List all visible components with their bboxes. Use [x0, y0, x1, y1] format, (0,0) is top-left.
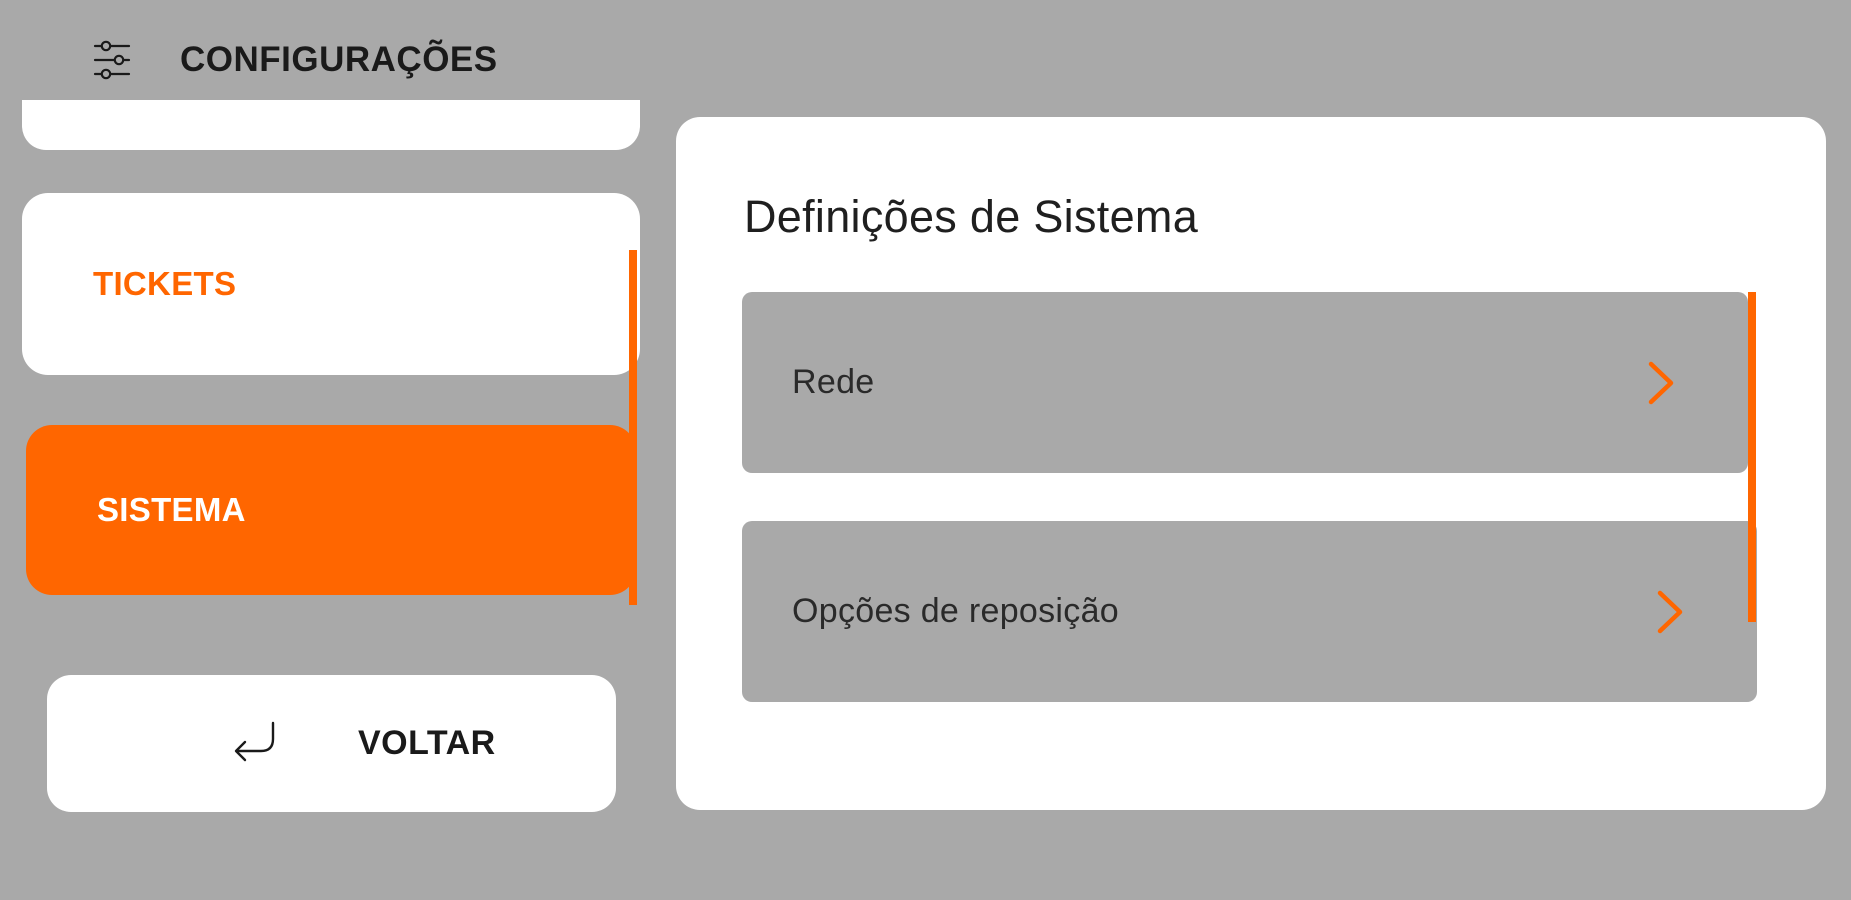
sidebar-item-partial[interactable] [22, 100, 640, 150]
chevron-right-icon [1655, 589, 1685, 635]
back-button[interactable]: VOLTAR [47, 675, 616, 812]
option-label: Rede [792, 363, 875, 401]
settings-panel: Definições de Sistema Rede Opções de rep… [676, 117, 1826, 810]
sidebar-item-label: TICKETS [93, 265, 237, 302]
sliders-icon [92, 38, 132, 82]
page-title: CONFIGURAÇÕES [180, 40, 498, 79]
chevron-right-icon [1646, 360, 1676, 406]
option-rede[interactable]: Rede [742, 292, 1748, 473]
sidebar-item-tickets[interactable]: TICKETS [22, 193, 640, 375]
panel-title: Definições de Sistema [744, 191, 1199, 242]
sidebar-item-label: SISTEMA [97, 491, 246, 528]
header: CONFIGURAÇÕES [92, 34, 498, 86]
return-arrow-icon [229, 717, 279, 767]
option-reposicao[interactable]: Opções de reposição [742, 521, 1757, 702]
back-button-label: VOLTAR [358, 724, 496, 762]
sidebar-item-sistema[interactable]: SISTEMA [26, 425, 636, 595]
option-label: Opções de reposição [792, 592, 1120, 630]
sidebar-scrollbar[interactable] [629, 250, 637, 605]
panel-scrollbar[interactable] [1748, 292, 1756, 622]
